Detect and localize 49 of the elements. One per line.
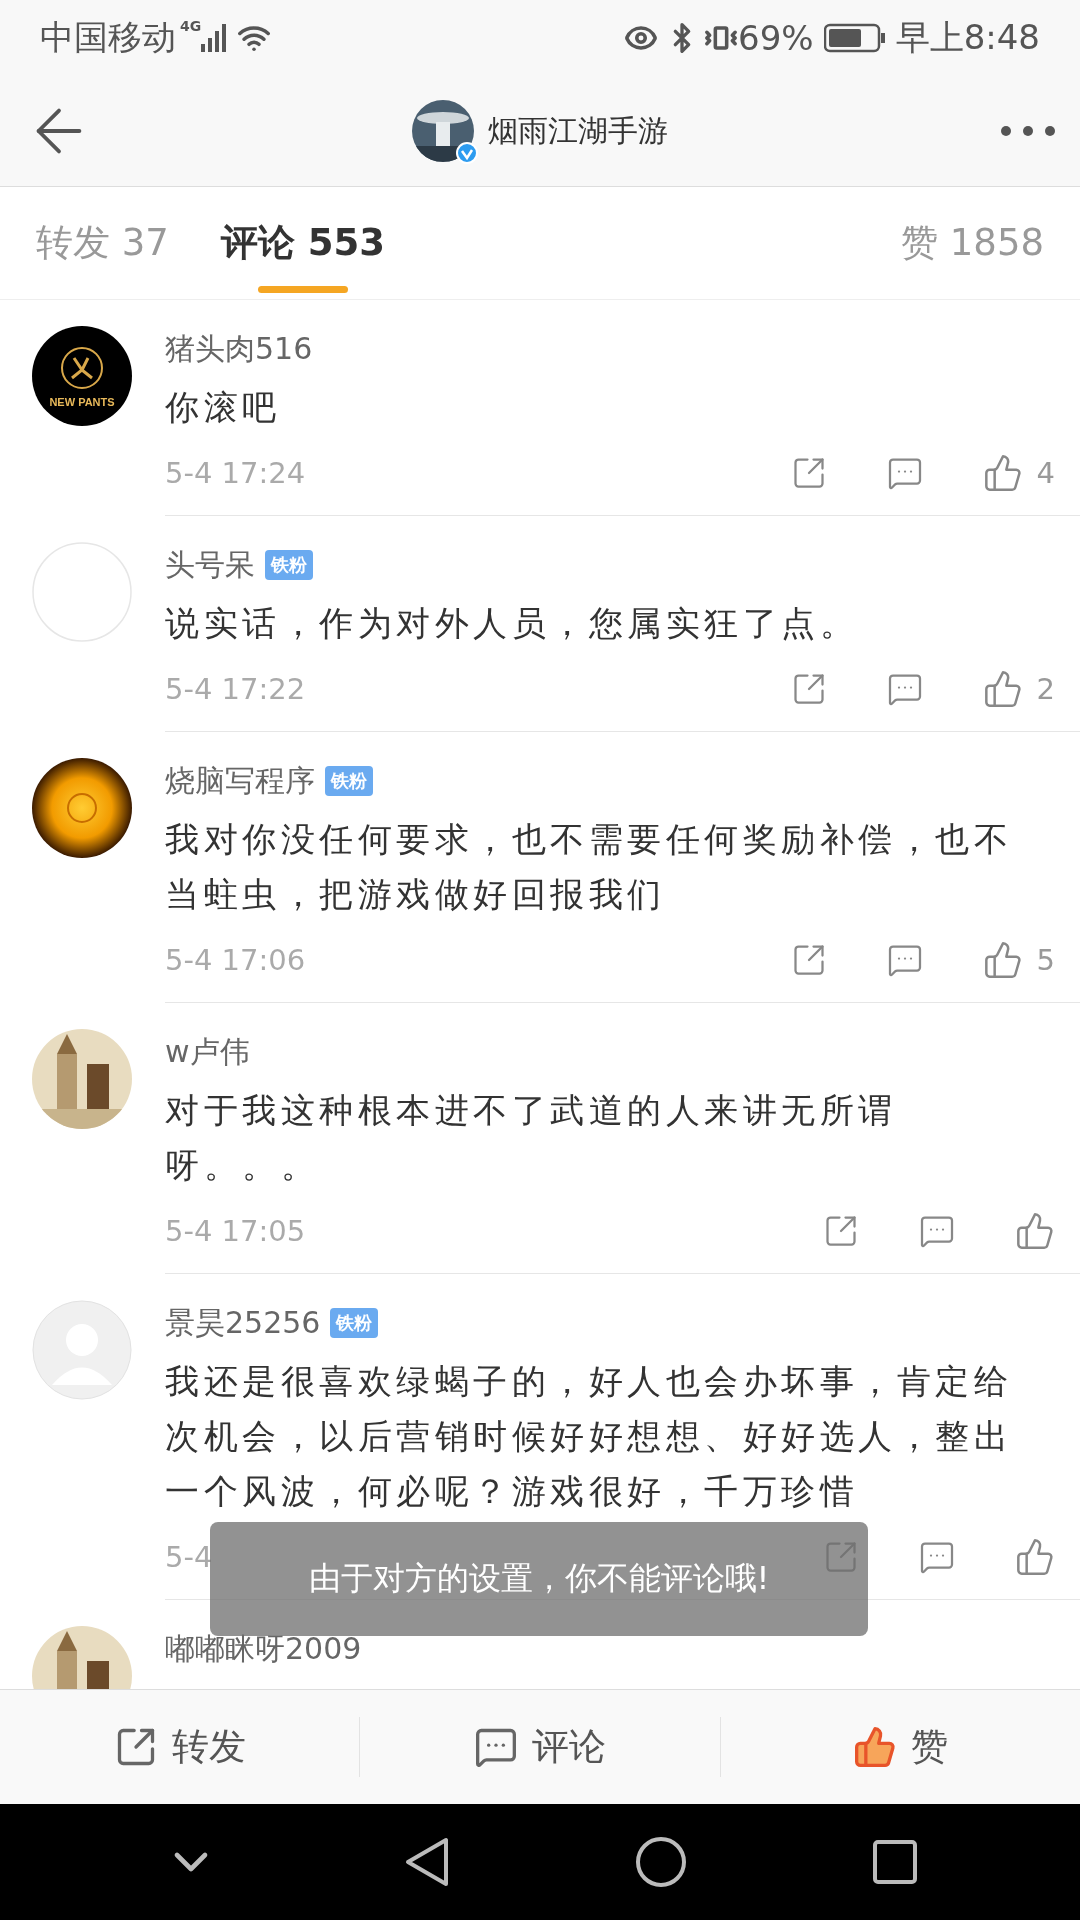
- comment-text: 我对你没任何要求，也不需要任何奖励补偿，也不当蛀虫，把游戏做好回报我们: [165, 818, 1013, 916]
- battery-icon: [823, 23, 886, 53]
- reply-icon[interactable]: [919, 1213, 955, 1249]
- comment-time: 5-4 17:05: [165, 1214, 307, 1248]
- fan-badge: 铁粉: [325, 766, 373, 796]
- signal-icon: [201, 24, 228, 52]
- like-icon[interactable]: [982, 940, 1023, 980]
- clock: 早上8:48: [895, 16, 1040, 59]
- comment-time: 5-4 17:22: [165, 672, 307, 706]
- fan-badge: 铁粉: [265, 550, 313, 580]
- comment-text: 我还是很喜欢绿蝎子的，好人也会办坏事，肯定给次机会，以后营销时候好好想想、好好选人，整出一个风波，何必呢？游戏很好，千万珍惜: [165, 1360, 1013, 1513]
- reply-icon[interactable]: [886, 942, 923, 978]
- comment-time: 5-4 17:24: [165, 456, 307, 490]
- user-name[interactable]: 烧脑写程序: [165, 760, 315, 802]
- tab[interactable]: 评论 553: [220, 187, 385, 299]
- battery-percent: 69%: [738, 18, 814, 58]
- like-button[interactable]: 赞: [719, 1717, 1080, 1777]
- carrier-name: 中国移动: [40, 16, 176, 59]
- logo-avatar[interactable]: NEW PANTS: [32, 326, 132, 426]
- recents-icon[interactable]: [871, 1839, 918, 1885]
- more-icon[interactable]: [1000, 125, 1056, 137]
- orb-avatar[interactable]: [32, 758, 132, 858]
- reply-icon[interactable]: [886, 671, 923, 707]
- user-name[interactable]: w卢伟: [165, 1031, 250, 1073]
- back-icon[interactable]: [403, 1836, 450, 1888]
- repost-button[interactable]: 转发: [0, 1717, 360, 1777]
- reply-icon[interactable]: [919, 1539, 955, 1575]
- comment-time: 5-4 17:06: [165, 943, 307, 977]
- comment-text: 你滚吧: [165, 386, 282, 429]
- home-icon[interactable]: [634, 1836, 687, 1888]
- fan-badge: 铁粉: [330, 1308, 379, 1338]
- account-name: 烟雨江湖手游: [488, 111, 668, 150]
- share-icon[interactable]: [823, 1213, 859, 1249]
- like-icon[interactable]: [1015, 1211, 1055, 1251]
- like-count: 5: [1036, 943, 1055, 977]
- comment-text: 说实话，作为对外人员，您属实狂了点。: [165, 602, 859, 645]
- like-icon[interactable]: [982, 453, 1023, 493]
- user-name[interactable]: 景昊25256: [165, 1302, 321, 1344]
- like-icon[interactable]: [982, 669, 1023, 709]
- reply-icon[interactable]: [886, 455, 923, 491]
- like-count: 4: [1036, 456, 1055, 490]
- user-name[interactable]: 猪头肉516: [165, 328, 313, 370]
- network-type: 4G: [180, 18, 202, 34]
- comment-text: 对于我这种根本进不了武道的人来讲无所谓呀。。。: [165, 1089, 898, 1187]
- like-icon[interactable]: [1015, 1537, 1055, 1577]
- comment-toast: 由于对方的设置，你不能评论哦!: [210, 1522, 868, 1636]
- user-name[interactable]: 头号呆: [165, 544, 255, 586]
- like-count: 2: [1036, 672, 1055, 706]
- comment-button[interactable]: 评论: [359, 1717, 720, 1777]
